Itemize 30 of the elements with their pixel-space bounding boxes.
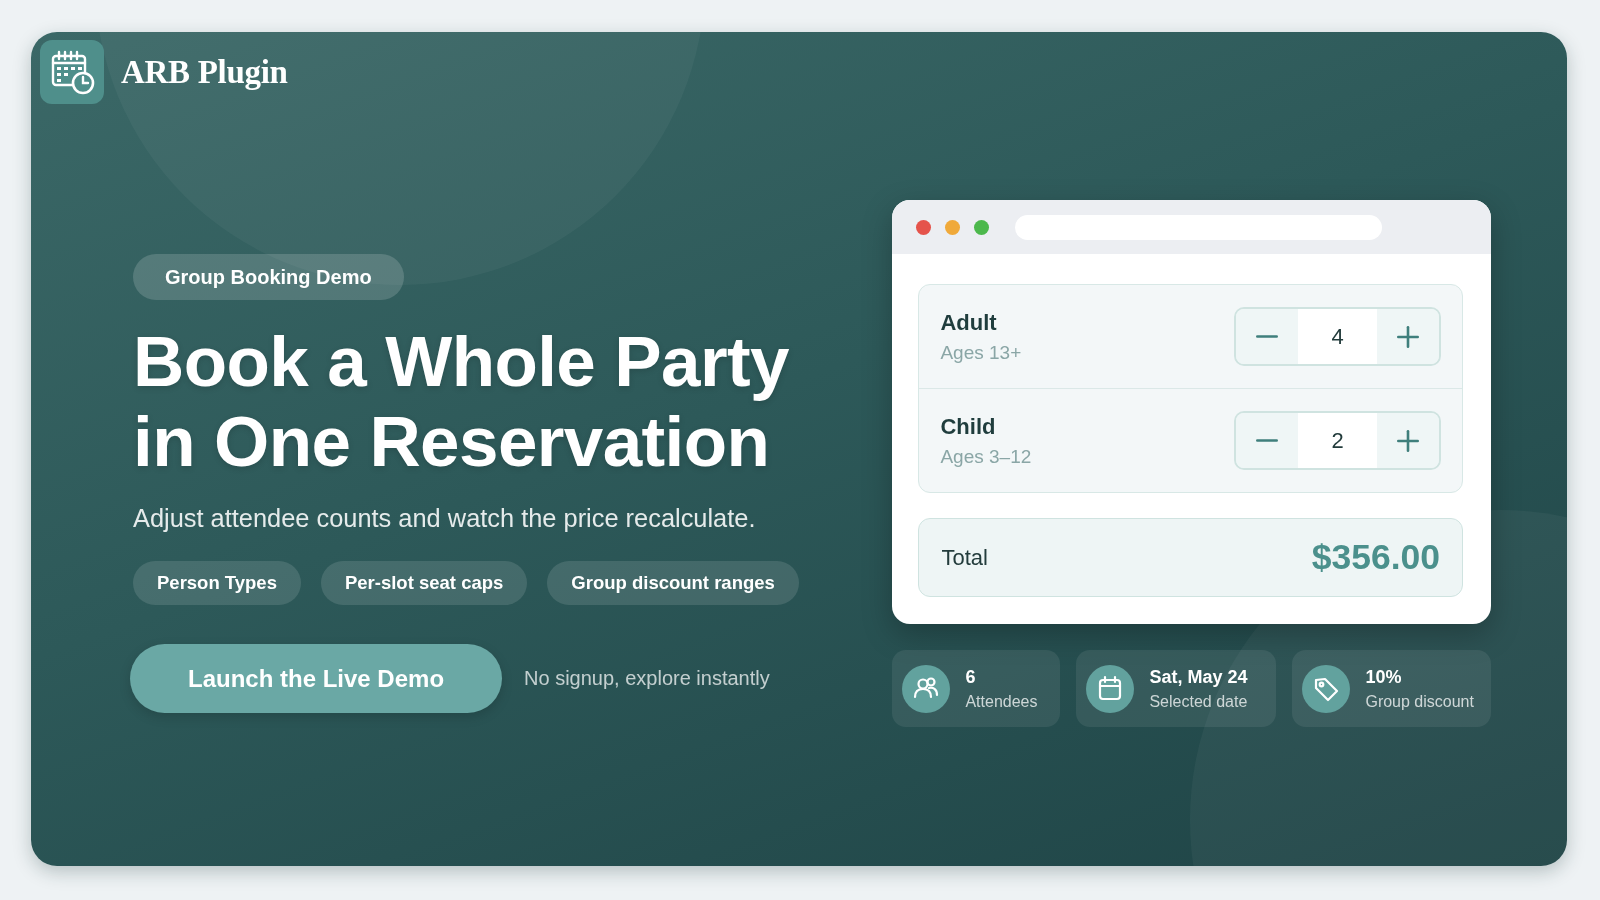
calendar-icon: [1086, 664, 1135, 713]
stat-label: Attendees: [965, 691, 1038, 712]
total-label: Total: [941, 544, 988, 571]
hero-title: Book a Whole Party in One Reservation: [133, 322, 789, 482]
stat-value: 6: [965, 665, 977, 688]
stat-label: Selected date: [1149, 691, 1248, 712]
minus-icon: [1256, 439, 1278, 442]
demo-badge: Group Booking Demo: [133, 254, 404, 300]
calendar-clock-icon: [40, 40, 104, 104]
stat-value: 10%: [1365, 665, 1403, 688]
tag-icon: [1302, 664, 1351, 713]
quantity-field[interactable]: 4: [1298, 309, 1377, 364]
stat-value: Sat, May 24: [1149, 665, 1248, 688]
plus-icon: [1397, 429, 1419, 452]
brand-name: ARB Plugin: [121, 53, 288, 91]
feature-chip: Group discount ranges: [547, 561, 799, 605]
person-type-name: Child: [940, 412, 997, 441]
cta-note: No signup, explore instantly: [524, 667, 770, 690]
age-range: Ages 3–12: [940, 444, 1032, 469]
person-type-name: Adult: [940, 308, 998, 337]
plus-icon: [1397, 325, 1419, 348]
minus-icon: [1256, 335, 1278, 338]
feature-chip: Per-slot seat caps: [320, 561, 528, 605]
hero-subtitle: Adjust attendee counts and watch the price recalculate.: [133, 503, 756, 534]
stat-label: Group discount: [1365, 691, 1474, 712]
quantity-field[interactable]: 2: [1298, 413, 1377, 468]
total-amount: $356.00: [1311, 537, 1440, 578]
users-icon: [902, 664, 951, 713]
age-range: Ages 13+: [940, 340, 1022, 365]
feature-chip: Person Types: [133, 561, 301, 605]
